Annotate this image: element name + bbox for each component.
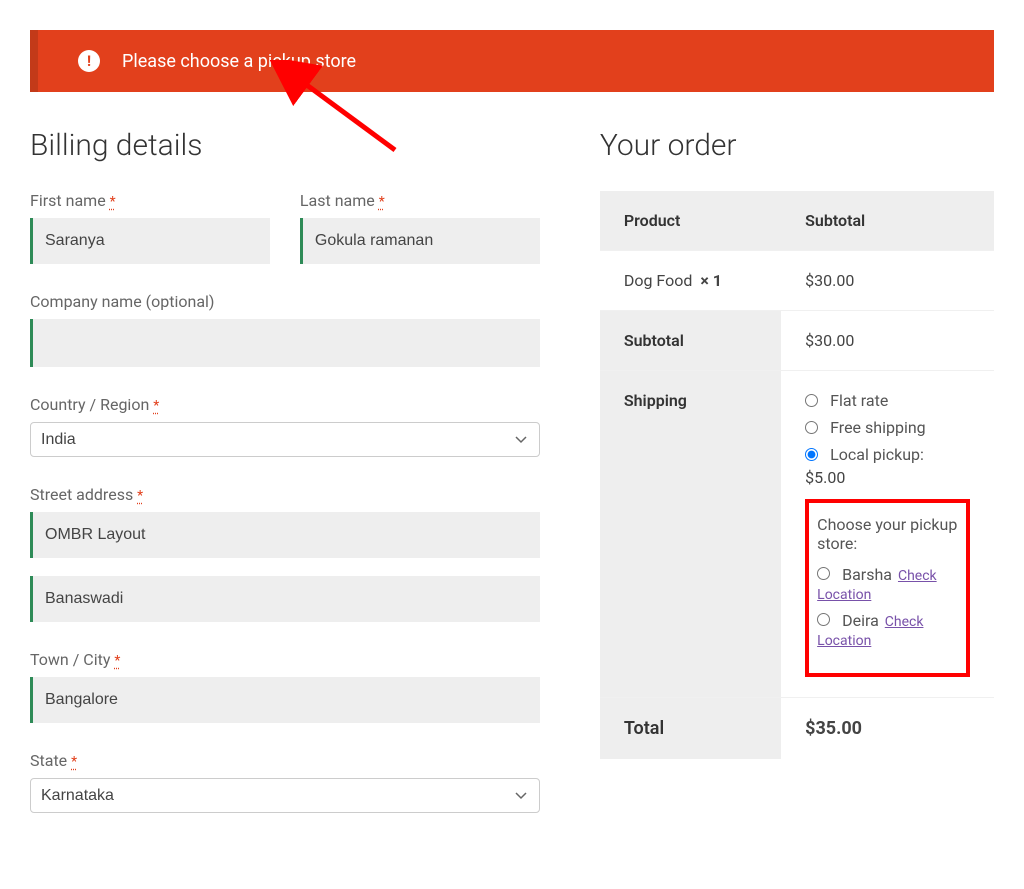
billing-section: Billing details First name * Last name *… xyxy=(30,128,540,813)
col-product: Product xyxy=(600,191,781,251)
subtotal-value: $30.00 xyxy=(781,311,994,371)
col-subtotal: Subtotal xyxy=(781,191,994,251)
order-heading: Your order xyxy=(600,128,994,163)
city-label: Town / City * xyxy=(30,650,540,669)
required-mark: * xyxy=(153,398,159,414)
street1-input[interactable] xyxy=(30,512,540,558)
required-mark: * xyxy=(110,194,116,210)
street2-input[interactable] xyxy=(30,576,540,622)
state-label: State * xyxy=(30,751,540,770)
total-value: $35.00 xyxy=(781,698,994,760)
state-select[interactable]: Karnataka xyxy=(30,778,540,813)
first-name-input[interactable] xyxy=(30,218,270,264)
required-mark: * xyxy=(137,488,143,504)
item-name: Dog Food xyxy=(624,271,693,290)
error-banner: ! Please choose a pickup store xyxy=(30,30,994,92)
pickup-store-box: Choose your pickup store: Barsha Check L… xyxy=(805,499,970,677)
pickup-option-deira[interactable]: Deira Check Location xyxy=(817,611,958,649)
total-label: Total xyxy=(600,698,781,760)
order-item-row: Dog Food × 1 $30.00 xyxy=(600,251,994,311)
billing-heading: Billing details xyxy=(30,128,540,163)
item-qty-prefix: × xyxy=(700,271,709,290)
required-mark: * xyxy=(71,754,77,770)
shipping-options: Flat rate Free shipping Local pickup: $5… xyxy=(805,391,970,677)
item-price: $30.00 xyxy=(781,251,994,311)
ship-free[interactable]: Free shipping xyxy=(805,418,970,437)
order-section: Your order Product Subtotal Dog Food × 1… xyxy=(600,128,994,759)
subtotal-label: Subtotal xyxy=(600,311,781,371)
local-price: $5.00 xyxy=(805,468,970,487)
city-input[interactable] xyxy=(30,677,540,723)
subtotal-row: Subtotal $30.00 xyxy=(600,311,994,371)
country-select[interactable]: India xyxy=(30,422,540,457)
last-name-input[interactable] xyxy=(300,218,540,264)
required-mark: * xyxy=(114,653,120,669)
required-mark: * xyxy=(379,194,385,210)
total-row: Total $35.00 xyxy=(600,698,994,760)
ship-flat[interactable]: Flat rate xyxy=(805,391,970,410)
street-label: Street address * xyxy=(30,485,540,504)
error-message: Please choose a pickup store xyxy=(122,51,356,72)
first-name-label: First name * xyxy=(30,191,270,210)
country-label: Country / Region * xyxy=(30,395,540,414)
pickup-title: Choose your pickup store: xyxy=(817,515,958,553)
shipping-label: Shipping xyxy=(600,371,781,698)
item-qty: 1 xyxy=(713,271,722,290)
company-label: Company name (optional) xyxy=(30,292,540,311)
ship-local[interactable]: Local pickup: xyxy=(805,445,970,464)
order-table: Product Subtotal Dog Food × 1 $30.00 Sub… xyxy=(600,191,994,759)
pickup-option-barsha[interactable]: Barsha Check Location xyxy=(817,565,958,603)
alert-icon: ! xyxy=(78,50,100,72)
company-input[interactable] xyxy=(30,319,540,367)
last-name-label: Last name * xyxy=(300,191,540,210)
shipping-row: Shipping Flat rate Free shipping Local p… xyxy=(600,371,994,698)
